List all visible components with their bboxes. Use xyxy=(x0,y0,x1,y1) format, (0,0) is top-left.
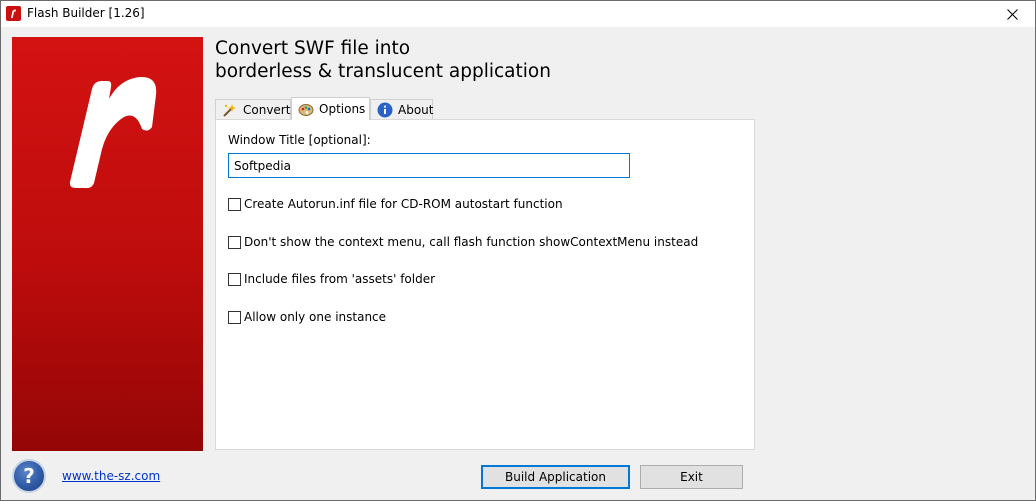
tab-options[interactable]: Options xyxy=(291,97,370,120)
single-instance-checkbox[interactable] xyxy=(228,310,241,324)
heading-line-2: borderless & translucent application xyxy=(215,61,551,82)
tab-convert[interactable]: Convert xyxy=(215,99,291,119)
tab-about-label: About xyxy=(398,102,434,117)
window-title: Flash Builder [1.26] xyxy=(27,6,145,20)
info-icon xyxy=(377,102,393,118)
help-button[interactable]: ? xyxy=(12,459,46,493)
autorun-checkbox[interactable] xyxy=(228,197,241,211)
options-panel: Window Title [optional]: Create Autorun.… xyxy=(215,119,755,450)
app-window: Flash Builder [1.26] Convert SWF file in… xyxy=(0,0,1036,501)
close-button[interactable] xyxy=(989,1,1035,27)
autorun-checkbox-label: Create Autorun.inf file for CD-ROM autos… xyxy=(244,197,563,211)
r-logo-icon xyxy=(69,76,157,189)
assets-checkbox-label: Include files from 'assets' folder xyxy=(244,272,436,286)
single-instance-checkbox-row[interactable]: Allow only one instance xyxy=(228,309,386,325)
window-title-input[interactable] xyxy=(228,153,630,178)
wand-icon xyxy=(222,102,238,118)
assets-checkbox[interactable] xyxy=(228,272,241,286)
build-application-button[interactable]: Build Application xyxy=(481,465,630,489)
window-title-label: Window Title [optional]: xyxy=(228,133,371,147)
page-heading: Convert SWF file into borderless & trans… xyxy=(215,37,551,83)
question-mark-icon: ? xyxy=(23,464,35,488)
heading-line-1: Convert SWF file into xyxy=(215,38,411,59)
tab-about[interactable]: About xyxy=(370,99,433,119)
context-menu-checkbox[interactable] xyxy=(228,235,241,249)
palette-icon xyxy=(298,101,314,117)
website-link[interactable]: www.the-sz.com xyxy=(62,469,160,483)
single-instance-checkbox-label: Allow only one instance xyxy=(244,310,387,324)
title-bar[interactable]: Flash Builder [1.26] xyxy=(1,1,1035,27)
context-menu-checkbox-label: Don't show the context menu, call flash … xyxy=(244,235,699,249)
brand-banner xyxy=(12,37,203,451)
context-menu-checkbox-row[interactable]: Don't show the context menu, call flash … xyxy=(228,234,698,250)
tab-options-label: Options xyxy=(319,102,366,116)
app-logo-icon xyxy=(6,6,21,21)
close-icon xyxy=(1006,8,1018,20)
autorun-checkbox-row[interactable]: Create Autorun.inf file for CD-ROM autos… xyxy=(228,196,563,212)
exit-button[interactable]: Exit xyxy=(640,465,743,489)
assets-checkbox-row[interactable]: Include files from 'assets' folder xyxy=(228,271,435,287)
tab-convert-label: Convert xyxy=(243,102,291,117)
